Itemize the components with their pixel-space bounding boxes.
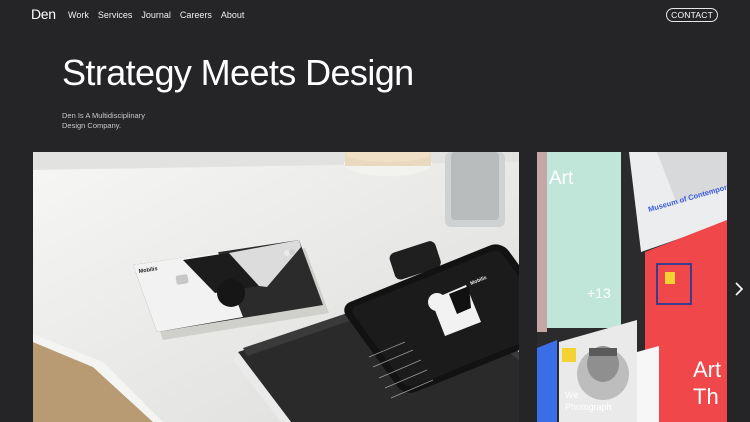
hero-subtitle-line-2: Design Company. bbox=[62, 121, 122, 130]
hero-subtitle: Den Is A Multidisciplinary Design Compan… bbox=[62, 111, 172, 131]
top-navigation: Den Work Services Journal Careers About … bbox=[0, 0, 750, 30]
side-photo-caption-2: Photograph bbox=[565, 402, 612, 412]
featured-project-image[interactable]: Mobilis Mobilis bbox=[33, 152, 519, 422]
side-count-text: +13 bbox=[587, 285, 611, 301]
chevron-right-icon[interactable] bbox=[734, 282, 744, 296]
nav-link-careers[interactable]: Careers bbox=[180, 10, 212, 20]
secondary-project-image[interactable]: Art +13 Museum of Contemporary Art Art T… bbox=[537, 152, 727, 422]
contact-button[interactable]: CONTACT bbox=[666, 8, 718, 22]
nav-link-about[interactable]: About bbox=[221, 10, 245, 20]
hero-subtitle-line-1: Den Is A Multidisciplinary bbox=[62, 111, 145, 120]
nav-link-services[interactable]: Services bbox=[98, 10, 133, 20]
side-art-big-1: Art bbox=[693, 357, 721, 382]
logo[interactable]: Den bbox=[31, 6, 56, 22]
museum-collage-illustration: Art +13 Museum of Contemporary Art Art T… bbox=[537, 152, 727, 422]
side-photo-caption-1: We bbox=[565, 390, 578, 400]
side-art-text: Art bbox=[549, 168, 574, 189]
nav-link-work[interactable]: Work bbox=[68, 10, 89, 20]
nav-link-journal[interactable]: Journal bbox=[141, 10, 171, 20]
page-title: Strategy Meets Design bbox=[62, 52, 414, 93]
nav-links: Work Services Journal Careers About bbox=[68, 10, 244, 20]
side-art-big-2: Th bbox=[693, 384, 719, 409]
mobilis-mockup-illustration: Mobilis Mobilis bbox=[33, 152, 519, 422]
